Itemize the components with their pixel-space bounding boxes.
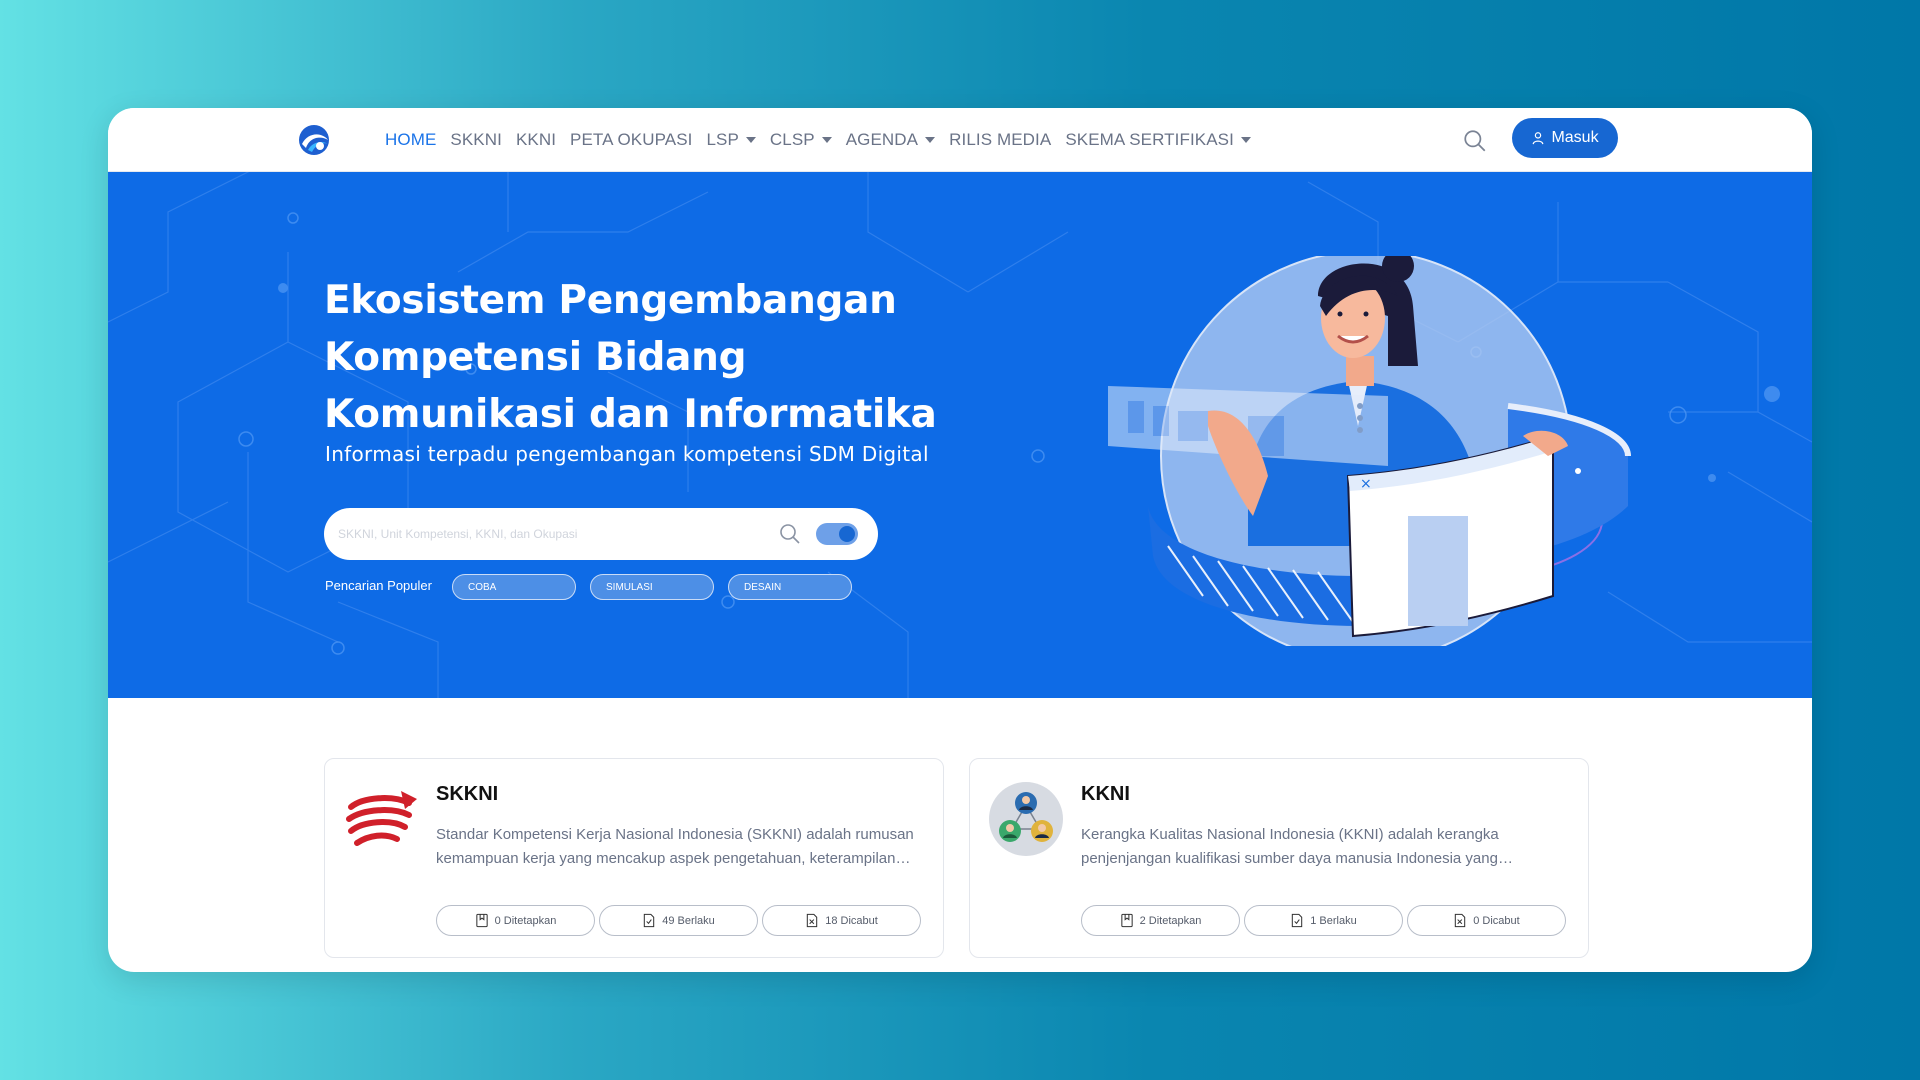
hero-subtitle: Informasi terpadu pengembangan kompetens… — [325, 442, 929, 466]
nav-peta-okupasi[interactable]: PETA OKUPASI — [563, 130, 699, 150]
card-stats: 2 Ditetapkan 1 Berlaku 0 Dicabut — [1081, 905, 1566, 936]
stat-berlaku[interactable]: 49 Berlaku — [599, 905, 758, 936]
popular-chip[interactable]: COBA — [452, 574, 576, 600]
nav-skema-sertifikasi-dropdown[interactable]: SKEMA SERTIFIKASI — [1058, 130, 1258, 150]
nav-home[interactable]: HOME — [378, 130, 443, 150]
navbar: HOME SKKNI KKNI PETA OKUPASI LSP CLSP AG… — [108, 108, 1812, 172]
stat-ditetapkan[interactable]: 0 Ditetapkan — [436, 905, 595, 936]
nav-rilis-media[interactable]: RILIS MEDIA — [942, 130, 1058, 150]
hero-title: Ekosistem Pengembangan Kompetensi Bidang… — [324, 278, 937, 437]
nav-kkni[interactable]: KKNI — [509, 130, 563, 150]
document-stamp-icon — [1120, 913, 1133, 928]
stat-label: 0 Ditetapkan — [494, 914, 557, 927]
caret-down-icon — [745, 137, 756, 143]
search-icon[interactable] — [778, 522, 802, 546]
stat-dicabut[interactable]: 0 Dicabut — [1407, 905, 1566, 936]
login-label: Masuk — [1551, 129, 1599, 146]
card-description: Standar Kompetensi Kerja Nasional Indone… — [436, 826, 914, 867]
nav-agenda-dropdown[interactable]: AGENDA — [839, 130, 942, 150]
document-check-icon — [644, 913, 655, 928]
nav-clsp-dropdown[interactable]: CLSP — [763, 130, 839, 150]
popular-chip[interactable]: DESAIN — [728, 574, 852, 600]
document-x-icon — [1455, 913, 1466, 928]
document-x-icon — [807, 913, 818, 928]
skkni-logo-icon — [346, 791, 417, 846]
stat-label: 18 Dicabut — [825, 914, 878, 927]
nav-label: SKEMA SERTIFIKASI — [1065, 130, 1234, 149]
svg-text:×: × — [1360, 476, 1372, 492]
document-check-icon — [1292, 913, 1303, 928]
search-mode-toggle[interactable] — [816, 523, 858, 545]
stat-label: 2 Ditetapkan — [1139, 914, 1202, 927]
hero-search-input[interactable] — [338, 522, 758, 546]
kkni-card[interactable]: KKNI Kerangka Kualitas Nasional Indonesi… — [969, 758, 1589, 958]
stat-dicabut[interactable]: 18 Dicabut — [762, 905, 921, 936]
skkni-card[interactable]: SKKNI Standar Kompetensi Kerja Nasional … — [324, 758, 944, 958]
nav-label: HOME — [385, 130, 437, 149]
search-icon[interactable] — [1462, 128, 1488, 154]
document-stamp-icon — [475, 913, 488, 928]
nav-label: CLSP — [769, 130, 815, 149]
card-title: KKNI — [1081, 783, 1130, 805]
nav-label: LSP — [706, 130, 739, 149]
stat-ditetapkan[interactable]: 2 Ditetapkan — [1081, 905, 1240, 936]
stat-label: 49 Berlaku — [662, 914, 715, 927]
kominfo-logo-icon[interactable] — [298, 124, 330, 156]
nav-label: KKNI — [515, 130, 557, 149]
popular-search-label: Pencarian Populer — [325, 578, 432, 593]
main-nav: HOME SKKNI KKNI PETA OKUPASI LSP CLSP AG… — [378, 108, 1258, 172]
card-title: SKKNI — [436, 783, 499, 805]
nav-label: RILIS MEDIA — [949, 130, 1052, 149]
hero-search-bar — [324, 508, 878, 560]
caret-down-icon — [821, 137, 832, 143]
browser-window: HOME SKKNI KKNI PETA OKUPASI LSP CLSP AG… — [108, 108, 1812, 972]
popular-chip[interactable]: SIMULASI — [590, 574, 714, 600]
stat-label: 1 Berlaku — [1310, 914, 1357, 927]
hero-section: Ekosistem Pengembangan Kompetensi Bidang… — [108, 172, 1812, 698]
stat-label: 0 Dicabut — [1473, 914, 1520, 927]
toggle-knob — [839, 526, 855, 542]
nav-label: PETA OKUPASI — [570, 130, 693, 149]
stat-berlaku[interactable]: 1 Berlaku — [1244, 905, 1403, 936]
hero-illustration: × — [1108, 256, 1631, 646]
people-network-icon — [989, 782, 1063, 856]
nav-lsp-dropdown[interactable]: LSP — [699, 130, 762, 150]
nav-skkni[interactable]: SKKNI — [443, 130, 509, 150]
nav-label: SKKNI — [450, 130, 502, 149]
card-stats: 0 Ditetapkan 49 Berlaku 18 Dicabut — [436, 905, 921, 936]
card-description: Kerangka Kualitas Nasional Indonesia (KK… — [1081, 826, 1499, 867]
login-button[interactable]: Masuk — [1512, 118, 1618, 158]
user-icon — [1533, 132, 1544, 145]
nav-label: AGENDA — [845, 130, 919, 149]
caret-down-icon — [1240, 137, 1251, 143]
caret-down-icon — [925, 137, 936, 143]
